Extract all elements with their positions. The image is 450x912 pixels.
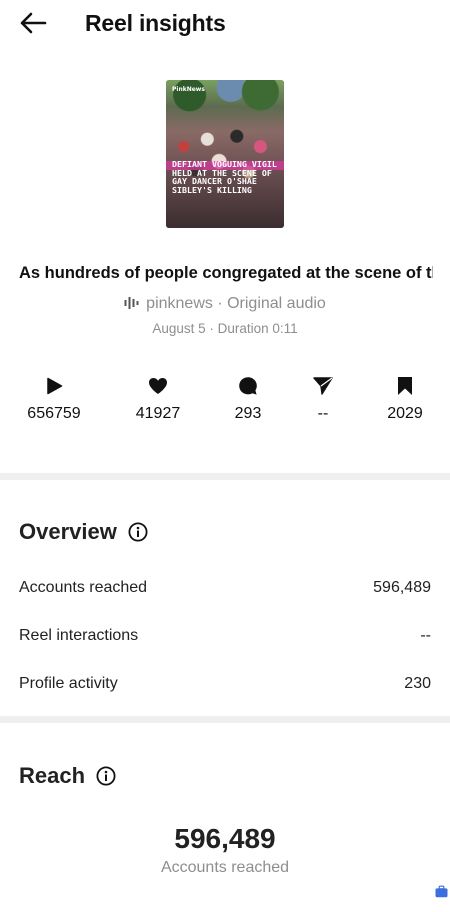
- row-label: Accounts reached: [19, 579, 148, 596]
- arrow-left-icon: [20, 12, 47, 34]
- stat-likes[interactable]: 41927: [118, 374, 198, 424]
- reach-total-label: Accounts reached: [160, 859, 290, 876]
- info-icon: [128, 522, 148, 542]
- page-title: Reel insights: [85, 10, 226, 36]
- audio-link[interactable]: pinknews · Original audio: [0, 294, 450, 314]
- overview-section-title: Overview: [19, 518, 148, 546]
- overview-row-reel-interactions[interactable]: Reel interactions --: [0, 624, 450, 648]
- thumbnail-overlay-text: DEFIANT VOGUING VIGIL HELD AT THE SCENE …: [172, 159, 277, 195]
- row-value: --: [420, 627, 431, 644]
- thumbnail-brand-logo: PinkNews: [172, 86, 205, 93]
- stat-shares[interactable]: --: [283, 374, 363, 424]
- reel-thumbnail[interactable]: PinkNews DEFIANT VOGUING VIGIL HELD AT T…: [166, 80, 284, 228]
- back-button[interactable]: [16, 8, 50, 38]
- stat-shares-value: --: [317, 405, 329, 422]
- stat-comments[interactable]: 293: [208, 374, 288, 424]
- overview-info-button[interactable]: [128, 522, 148, 542]
- overview-title-text: Overview: [19, 519, 117, 544]
- bookmark-icon: [398, 377, 412, 395]
- info-icon: [96, 766, 116, 786]
- reach-info-button[interactable]: [96, 766, 116, 786]
- reach-section-title: Reach: [19, 762, 116, 790]
- header-bar: Reel insights: [0, 0, 450, 48]
- thumbnail-image: [166, 80, 284, 228]
- audio-waveform-icon: [124, 297, 139, 309]
- section-divider: [0, 716, 450, 723]
- reel-caption[interactable]: As hundreds of people congregated at the…: [19, 263, 433, 283]
- stat-saves[interactable]: 2029: [365, 374, 445, 424]
- reach-title-text: Reach: [19, 763, 86, 788]
- stats-row: 656759 41927 293 -- 2029: [0, 374, 450, 430]
- comment-icon: [239, 377, 257, 395]
- section-divider: [0, 473, 450, 480]
- audio-text: pinknews · Original audio: [146, 295, 326, 312]
- overview-row-profile-activity[interactable]: Profile activity 230: [0, 672, 450, 696]
- reel-meta: August 5 · Duration 0:11: [152, 321, 298, 336]
- reach-total-number: 596,489: [174, 823, 276, 854]
- stat-plays-value: 656759: [27, 405, 81, 422]
- floating-briefcase-button[interactable]: [435, 885, 448, 898]
- row-value: 230: [404, 675, 431, 692]
- stat-comments-value: 293: [234, 405, 262, 422]
- heart-icon: [149, 378, 167, 394]
- row-label: Profile activity: [19, 675, 118, 692]
- share-icon: [313, 377, 333, 395]
- stat-saves-value: 2029: [387, 405, 423, 422]
- play-icon: [47, 377, 63, 395]
- briefcase-icon: [435, 885, 448, 898]
- row-label: Reel interactions: [19, 627, 139, 644]
- overview-row-accounts-reached[interactable]: Accounts reached 596,489: [0, 576, 450, 600]
- stat-plays[interactable]: 656759: [14, 374, 94, 424]
- stat-likes-value: 41927: [135, 405, 181, 422]
- row-value: 596,489: [373, 579, 431, 596]
